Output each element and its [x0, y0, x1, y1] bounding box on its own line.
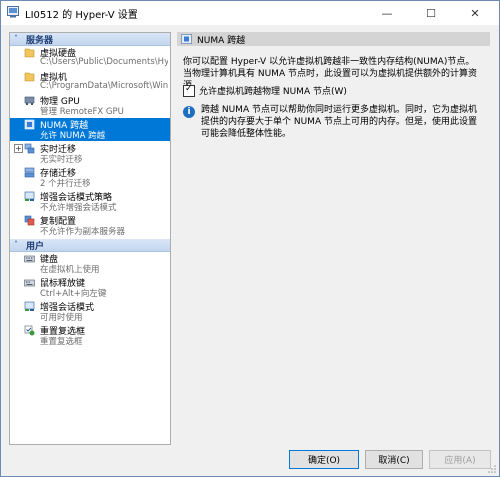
panel-title: NUMA 跨越: [197, 36, 246, 46]
settings-window: LI0512 的 Hyper-V 设置 — ☐ ✕ ˄ 服务器 虚拟硬盘 C:\…: [0, 0, 500, 477]
nav-item-subtitle: C:\ProgramData\Microsoft\Windo...: [40, 81, 168, 91]
section-label: 用户: [26, 242, 45, 252]
section-user[interactable]: ˄ 用户: [10, 239, 170, 252]
nav-item-subtitle: 2 个并行迁移: [40, 179, 91, 189]
minimize-button[interactable]: —: [365, 1, 409, 25]
nav-item-subtitle: 管理 RemoteFX GPU: [40, 107, 124, 117]
apply-button[interactable]: 应用(A): [429, 450, 491, 469]
replication-icon: [24, 215, 35, 226]
collapse-icon[interactable]: ˄: [14, 240, 18, 249]
section-label: 服务器: [26, 36, 54, 46]
nav-item-subtitle: 重置复选框: [40, 337, 83, 347]
nav-item-enhanced-session-policy[interactable]: 增强会话模式策略 不允许增强会话模式: [10, 190, 170, 213]
reset-checkbox-icon: [24, 325, 35, 336]
maximize-button[interactable]: ☐: [409, 1, 453, 25]
folder-icon: [24, 72, 35, 82]
nav-item-subtitle: 可用时使用: [40, 313, 83, 323]
nav-item-keyboard[interactable]: 键盘 在虚拟机上使用: [10, 252, 170, 275]
resize-grip-icon[interactable]: [487, 464, 497, 474]
virtual-disk-icon: [24, 48, 35, 58]
section-server[interactable]: ˄ 服务器: [10, 33, 170, 46]
allow-numa-spanning-checkbox[interactable]: [183, 84, 195, 97]
live-migration-icon: [24, 143, 35, 154]
checkbox-label: 允许虚拟机跨越物理 NUMA 节点(W): [199, 87, 347, 97]
gpu-icon: [24, 96, 35, 105]
nav-item-virtual-disk[interactable]: 虚拟硬盘 C:\Users\Public\Documents\Hyper-...: [10, 46, 170, 69]
mouse-icon: [24, 279, 35, 287]
nav-item-physical-gpu[interactable]: 物理 GPU 管理 RemoteFX GPU: [10, 94, 170, 117]
hyper-v-icon: [7, 6, 19, 18]
nav-item-subtitle: 在虚拟机上使用: [40, 265, 100, 275]
nav-item-live-migration[interactable]: + 实时迁移 无实时迁移: [10, 142, 170, 165]
settings-detail-pane: NUMA 跨越 你可以配置 Hyper-V 以允许虚拟机跨越非一致性内存结构(N…: [177, 32, 490, 443]
numa-icon: [24, 119, 35, 130]
expand-icon[interactable]: +: [14, 144, 23, 153]
storage-migration-icon: [24, 167, 35, 178]
session-policy-icon: [24, 191, 35, 201]
nav-item-subtitle: Ctrl+Alt+向左键: [40, 289, 107, 299]
nav-item-replication[interactable]: 复制配置 不允许作为副本服务器: [10, 214, 170, 237]
ok-button[interactable]: 确定(O): [289, 450, 359, 469]
nav-item-subtitle: 允许 NUMA 跨越: [40, 131, 106, 141]
nav-item-subtitle: C:\Users\Public\Documents\Hyper-...: [40, 57, 168, 67]
title-bar: LI0512 的 Hyper-V 设置 — ☐ ✕: [1, 1, 499, 25]
panel-header: NUMA 跨越: [177, 32, 490, 46]
nav-item-mouse-release-key[interactable]: 鼠标释放键 Ctrl+Alt+向左键: [10, 276, 170, 299]
nav-item-virtual-machines[interactable]: 虚拟机 C:\ProgramData\Microsoft\Windo...: [10, 70, 170, 93]
nav-item-enhanced-session[interactable]: 增强会话模式 可用时使用: [10, 300, 170, 323]
info-text: 跨越 NUMA 节点可以帮助你同时运行更多虚拟机。同时，它为虚拟机提供的内存要大…: [201, 105, 477, 139]
nav-item-subtitle: 不允许增强会话模式: [40, 203, 117, 213]
nav-item-numa-spanning[interactable]: NUMA 跨越 允许 NUMA 跨越: [10, 118, 170, 141]
numa-icon: [181, 34, 192, 44]
close-button[interactable]: ✕: [453, 1, 497, 25]
enhanced-session-icon: [24, 301, 35, 311]
nav-item-subtitle: 不允许作为副本服务器: [40, 227, 126, 237]
info-icon: i: [183, 106, 195, 118]
nav-item-reset-checkboxes[interactable]: 重置复选框 重置复选框: [10, 324, 170, 347]
collapse-icon[interactable]: ˄: [14, 34, 18, 43]
window-title: LI0512 的 Hyper-V 设置: [25, 10, 138, 21]
nav-item-storage-migration[interactable]: 存储迁移 2 个并行迁移: [10, 166, 170, 189]
cancel-button[interactable]: 取消(C): [365, 450, 423, 469]
keyboard-icon: [24, 255, 35, 263]
allow-numa-spanning-row[interactable]: 允许虚拟机跨越物理 NUMA 节点(W): [183, 84, 347, 97]
settings-nav-pane: ˄ 服务器 虚拟硬盘 C:\Users\Public\Documents\Hyp…: [9, 32, 171, 445]
nav-item-subtitle: 无实时迁移: [40, 155, 83, 165]
